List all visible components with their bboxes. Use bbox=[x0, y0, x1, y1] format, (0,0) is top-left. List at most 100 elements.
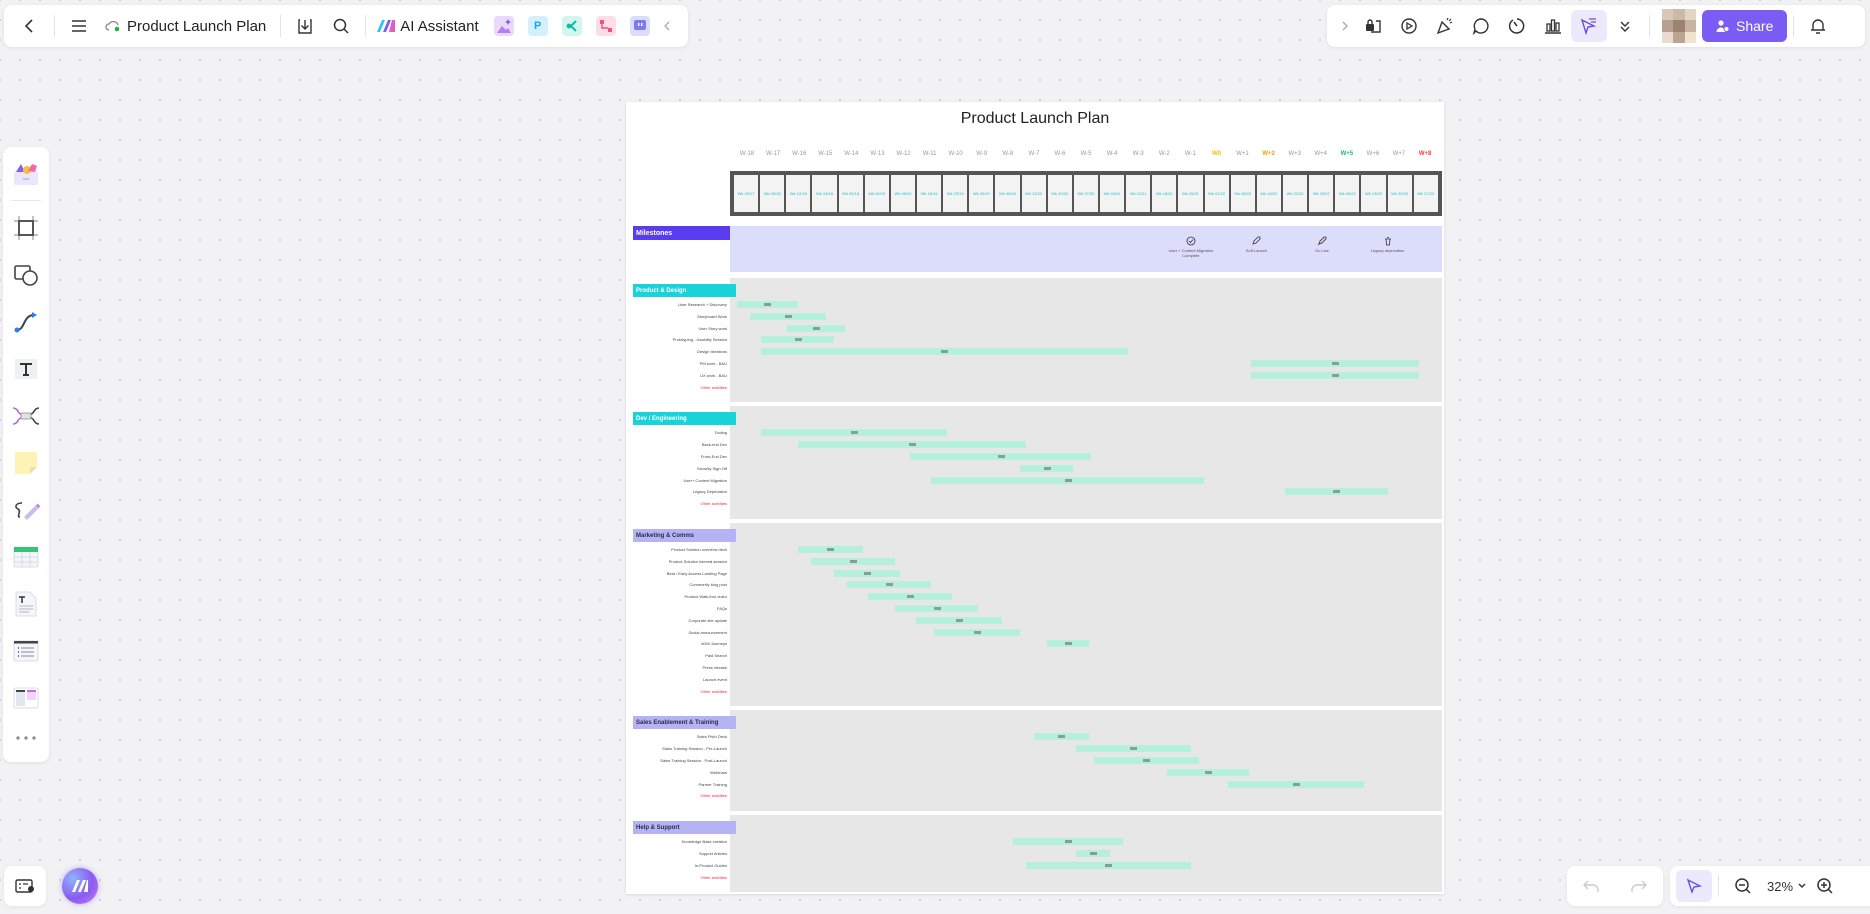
ai-assistant-button[interactable]: AI Assistant bbox=[400, 18, 478, 35]
task-label: Back-end Dev bbox=[701, 442, 727, 448]
task-bar[interactable] bbox=[1075, 745, 1191, 753]
board-outline-button[interactable] bbox=[4, 866, 46, 906]
redo-button[interactable] bbox=[1621, 870, 1657, 902]
check-circle-icon bbox=[1164, 236, 1218, 247]
task-bar[interactable] bbox=[847, 581, 932, 589]
task-bar[interactable] bbox=[1167, 768, 1249, 776]
task-bar[interactable] bbox=[1075, 850, 1110, 857]
task-bar[interactable] bbox=[1020, 464, 1073, 472]
week-date-cell: Wk 26/18 bbox=[838, 175, 863, 212]
chat-app-button[interactable] bbox=[629, 16, 650, 36]
other-activities-label: Other activities bbox=[700, 688, 727, 694]
task-bar[interactable] bbox=[910, 453, 1092, 460]
list-tool[interactable] bbox=[9, 634, 43, 667]
party-popper-icon bbox=[1436, 17, 1453, 35]
frame-tool[interactable] bbox=[9, 211, 43, 244]
task-bar[interactable] bbox=[787, 324, 845, 332]
mindmap-app-button[interactable] bbox=[561, 16, 582, 36]
bar-handle bbox=[864, 571, 872, 575]
download-button[interactable] bbox=[287, 10, 323, 42]
task-bar[interactable] bbox=[933, 628, 1021, 636]
flowchart-app-button[interactable] bbox=[595, 16, 616, 36]
undo-button[interactable] bbox=[1573, 870, 1609, 902]
task-bar[interactable] bbox=[810, 557, 895, 565]
task-bar[interactable] bbox=[760, 348, 1128, 356]
week-date-cell: Wk 08/22 bbox=[1230, 175, 1255, 212]
timer-button[interactable] bbox=[1499, 10, 1535, 42]
task-bar[interactable] bbox=[797, 441, 1026, 449]
expand-toolbar-button[interactable] bbox=[1335, 10, 1355, 42]
milestone[interactable]: Soft Launch bbox=[1229, 236, 1283, 253]
notifications-button[interactable] bbox=[1800, 10, 1836, 42]
task-bar[interactable] bbox=[1251, 371, 1419, 379]
zoom-in-button[interactable] bbox=[1807, 870, 1843, 902]
present-button[interactable] bbox=[1391, 10, 1427, 42]
bar-handle bbox=[1064, 642, 1072, 646]
task-bar[interactable] bbox=[1046, 640, 1089, 648]
user-avatar[interactable] bbox=[1662, 9, 1696, 43]
task-bar[interactable] bbox=[760, 429, 948, 437]
week-date-cell: Wk 05/18 bbox=[760, 175, 785, 212]
follow-cursor-button[interactable] bbox=[1571, 10, 1607, 42]
task-bar[interactable] bbox=[834, 569, 900, 577]
week-label: W-9 bbox=[976, 151, 988, 157]
week-date-cell: Wk 29/17 bbox=[734, 175, 759, 212]
presentation-app-button[interactable]: P bbox=[527, 16, 548, 36]
chevron-left-icon bbox=[24, 19, 33, 33]
task-bar[interactable] bbox=[1025, 861, 1191, 869]
zoom-out-button[interactable] bbox=[1725, 870, 1761, 902]
week-label: W-2 bbox=[1158, 151, 1170, 157]
task-label: FAQs bbox=[716, 606, 727, 611]
connector-tool[interactable] bbox=[9, 305, 43, 338]
task-bar[interactable] bbox=[760, 336, 835, 344]
task-bar[interactable] bbox=[1227, 780, 1364, 788]
milestone[interactable]: Go Live bbox=[1295, 236, 1349, 253]
shape-tool[interactable] bbox=[9, 258, 43, 291]
task-bar[interactable] bbox=[750, 312, 827, 320]
ai-assistant-orb[interactable] bbox=[62, 868, 98, 904]
more-tools-button[interactable] bbox=[1607, 10, 1643, 42]
more-tools-button[interactable] bbox=[9, 729, 43, 748]
vote-button[interactable] bbox=[1535, 10, 1571, 42]
task-bar[interactable] bbox=[797, 546, 864, 553]
chevron-down-icon[interactable] bbox=[1797, 882, 1807, 890]
task-bar[interactable] bbox=[1033, 733, 1089, 741]
text-tool[interactable] bbox=[9, 352, 43, 385]
zoom-level[interactable]: 32% bbox=[1767, 879, 1793, 894]
document-title[interactable]: Product Launch Plan bbox=[127, 18, 266, 35]
comments-button[interactable] bbox=[1463, 10, 1499, 42]
task-bar[interactable] bbox=[1251, 360, 1419, 367]
search-button[interactable] bbox=[323, 10, 359, 42]
task-bar[interactable] bbox=[1012, 838, 1123, 846]
document-tool[interactable] bbox=[9, 587, 43, 620]
pen-tool[interactable] bbox=[9, 493, 43, 526]
week-label: W+3 bbox=[1288, 151, 1301, 157]
task-bar[interactable] bbox=[1093, 757, 1199, 764]
task-bar[interactable] bbox=[868, 593, 953, 601]
milestone[interactable]: Legacy deprication bbox=[1361, 236, 1415, 253]
task-bar[interactable] bbox=[737, 301, 798, 308]
ai-image-app-button[interactable] bbox=[493, 16, 514, 36]
select-tool-button[interactable] bbox=[1676, 870, 1712, 902]
mindmap-tool[interactable] bbox=[9, 399, 43, 432]
menu-button[interactable] bbox=[61, 10, 97, 42]
task-label: Corporate site update bbox=[688, 617, 727, 623]
week-label: W-16 bbox=[792, 151, 807, 157]
back-button[interactable] bbox=[12, 10, 48, 42]
templates-tool[interactable] bbox=[9, 157, 43, 190]
celebrate-button[interactable] bbox=[1427, 10, 1463, 42]
table-tool[interactable] bbox=[9, 540, 43, 573]
task-bar[interactable] bbox=[915, 616, 1003, 624]
task-bar[interactable] bbox=[1285, 488, 1388, 496]
kanban-tool[interactable] bbox=[9, 681, 43, 714]
gantt-board[interactable]: Product Launch Plan W-18 W-17 W-16 W-15 W-14… bbox=[626, 102, 1444, 894]
sticky-note-tool[interactable] bbox=[9, 446, 43, 479]
milestone[interactable]: User + Content Migration Complete bbox=[1164, 236, 1218, 258]
task-bar[interactable] bbox=[894, 605, 979, 612]
share-button[interactable]: Share bbox=[1702, 10, 1788, 42]
week-label: W0 bbox=[1211, 151, 1221, 157]
template-lock-button[interactable] bbox=[1355, 10, 1391, 42]
bar-handle bbox=[1332, 373, 1340, 377]
task-bar[interactable] bbox=[931, 476, 1204, 484]
collapse-apps-button[interactable] bbox=[657, 10, 677, 42]
